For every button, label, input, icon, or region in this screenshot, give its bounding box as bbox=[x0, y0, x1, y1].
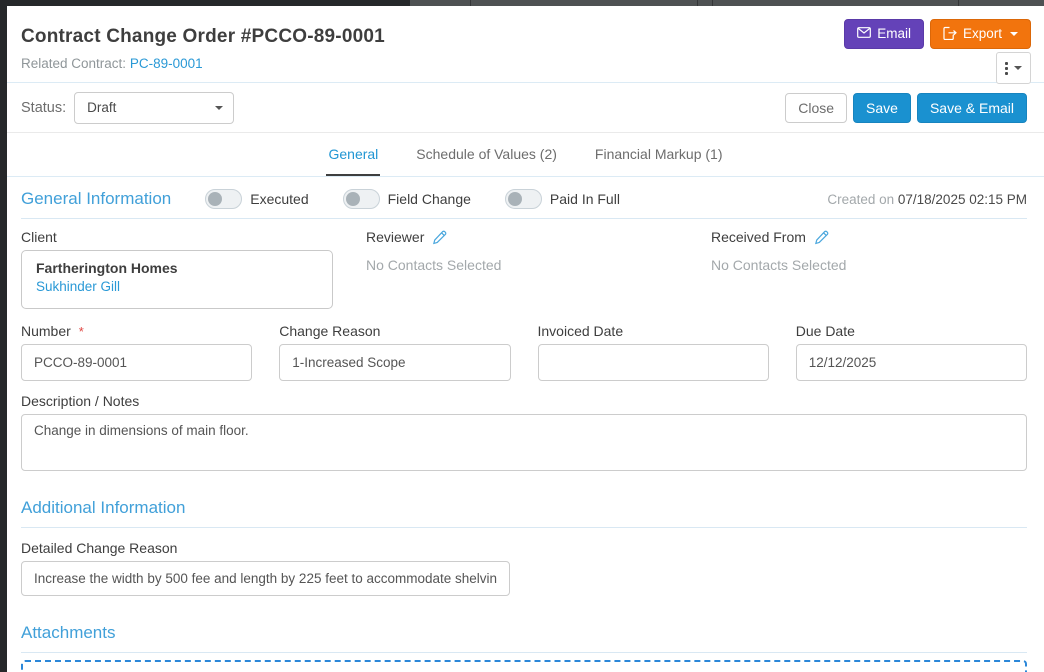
related-contract-label: Related Contract: bbox=[21, 56, 126, 71]
received-from-empty-text: No Contacts Selected bbox=[711, 257, 1027, 273]
related-contract-link[interactable]: PC-89-0001 bbox=[130, 56, 203, 71]
required-asterisk: * bbox=[79, 324, 84, 339]
save-button[interactable]: Save bbox=[853, 93, 911, 123]
number-field-group: Number * bbox=[21, 323, 252, 381]
additional-information-header: Additional Information bbox=[21, 498, 1027, 528]
chevron-down-icon bbox=[1010, 32, 1018, 36]
header-actions: Email Export bbox=[844, 19, 1031, 49]
general-information-header: General Information Executed Field Chang… bbox=[21, 189, 1027, 219]
received-from-column: Received From No Contacts Selected bbox=[711, 229, 1027, 309]
change-reason-field-group: Change Reason bbox=[279, 323, 510, 381]
edit-reviewer-icon[interactable] bbox=[432, 230, 447, 245]
contacts-row: Client Fartherington Homes Sukhinder Gil… bbox=[21, 229, 1027, 309]
fields-row: Number * Change Reason Invoiced Date Due… bbox=[21, 323, 1027, 381]
reviewer-label: Reviewer bbox=[366, 229, 424, 245]
change-order-modal: Contract Change Order #PCCO-89-0001 Rela… bbox=[7, 6, 1044, 672]
toggle-executed-label: Executed bbox=[250, 191, 308, 207]
description-field-group: Description / Notes Change in dimensions… bbox=[21, 393, 1027, 476]
client-card[interactable]: Fartherington Homes Sukhinder Gill bbox=[21, 250, 333, 309]
tab-schedule-of-values[interactable]: Schedule of Values (2) bbox=[414, 133, 559, 176]
tab-bar: General Schedule of Values (2) Financial… bbox=[7, 133, 1044, 177]
email-button-label: Email bbox=[877, 27, 911, 41]
due-date-field-group: Due Date bbox=[796, 323, 1027, 381]
created-on-label: Created on bbox=[827, 192, 894, 207]
general-tab-content: General Information Executed Field Chang… bbox=[7, 189, 1044, 672]
tab-financial-markup[interactable]: Financial Markup (1) bbox=[593, 133, 725, 176]
close-button[interactable]: Close bbox=[785, 93, 847, 123]
export-button-label: Export bbox=[963, 27, 1002, 41]
toggle-executed[interactable]: Executed bbox=[205, 189, 308, 209]
chevron-down-icon bbox=[215, 106, 223, 110]
client-column: Client Fartherington Homes Sukhinder Gil… bbox=[21, 229, 366, 309]
created-on: Created on 07/18/2025 02:15 PM bbox=[827, 192, 1027, 207]
status-label: Status: bbox=[21, 100, 66, 116]
attachments-heading: Attachments bbox=[21, 623, 116, 643]
tab-general[interactable]: General bbox=[326, 133, 380, 176]
additional-information-heading: Additional Information bbox=[21, 498, 185, 518]
toggle-switch-icon bbox=[343, 189, 380, 209]
status-select-value: Draft bbox=[87, 100, 116, 115]
more-options-button[interactable] bbox=[996, 52, 1031, 84]
due-date-input[interactable] bbox=[796, 344, 1027, 381]
client-contact-link[interactable]: Sukhinder Gill bbox=[36, 279, 120, 294]
general-information-heading: General Information bbox=[21, 189, 171, 209]
toggle-field-change-label: Field Change bbox=[388, 191, 471, 207]
toggle-paid-in-full[interactable]: Paid In Full bbox=[505, 189, 620, 209]
number-input[interactable] bbox=[21, 344, 252, 381]
export-button[interactable]: Export bbox=[930, 19, 1031, 49]
attachments-dropzone[interactable] bbox=[21, 660, 1027, 672]
description-label: Description / Notes bbox=[21, 393, 1027, 409]
related-contract: Related Contract: PC-89-0001 bbox=[21, 56, 1030, 71]
modal-header: Contract Change Order #PCCO-89-0001 Rela… bbox=[7, 6, 1044, 83]
kebab-icon bbox=[1005, 62, 1008, 75]
attachments-header: Attachments bbox=[21, 623, 1027, 653]
detailed-change-reason-label: Detailed Change Reason bbox=[21, 540, 1027, 556]
detailed-change-reason-group: Detailed Change Reason bbox=[21, 540, 1027, 596]
toggle-field-change[interactable]: Field Change bbox=[343, 189, 471, 209]
created-on-value: 07/18/2025 02:15 PM bbox=[898, 192, 1027, 207]
received-from-label: Received From bbox=[711, 229, 806, 245]
toggle-paid-in-full-label: Paid In Full bbox=[550, 191, 620, 207]
invoiced-date-input[interactable] bbox=[538, 344, 769, 381]
toggle-switch-icon bbox=[505, 189, 542, 209]
status-select[interactable]: Draft bbox=[74, 92, 234, 124]
number-label: Number bbox=[21, 323, 71, 339]
due-date-label: Due Date bbox=[796, 323, 1027, 339]
save-email-button[interactable]: Save & Email bbox=[917, 93, 1027, 123]
status-bar: Status: Draft Close Save Save & Email bbox=[7, 83, 1044, 133]
edit-received-from-icon[interactable] bbox=[814, 230, 829, 245]
email-button[interactable]: Email bbox=[844, 19, 924, 49]
description-textarea[interactable]: Change in dimensions of main floor. bbox=[21, 414, 1027, 471]
invoiced-date-field-group: Invoiced Date bbox=[538, 323, 769, 381]
reviewer-empty-text: No Contacts Selected bbox=[366, 257, 711, 273]
client-company: Fartherington Homes bbox=[36, 260, 318, 276]
toggle-switch-icon bbox=[205, 189, 242, 209]
status-actions: Close Save Save & Email bbox=[785, 93, 1027, 123]
email-icon bbox=[857, 27, 871, 41]
export-icon bbox=[943, 26, 957, 43]
change-reason-label: Change Reason bbox=[279, 323, 510, 339]
change-reason-input[interactable] bbox=[279, 344, 510, 381]
chevron-down-icon bbox=[1014, 66, 1022, 70]
reviewer-column: Reviewer No Contacts Selected bbox=[366, 229, 711, 309]
detailed-change-reason-input[interactable] bbox=[21, 561, 510, 596]
invoiced-date-label: Invoiced Date bbox=[538, 323, 769, 339]
client-label: Client bbox=[21, 229, 366, 245]
